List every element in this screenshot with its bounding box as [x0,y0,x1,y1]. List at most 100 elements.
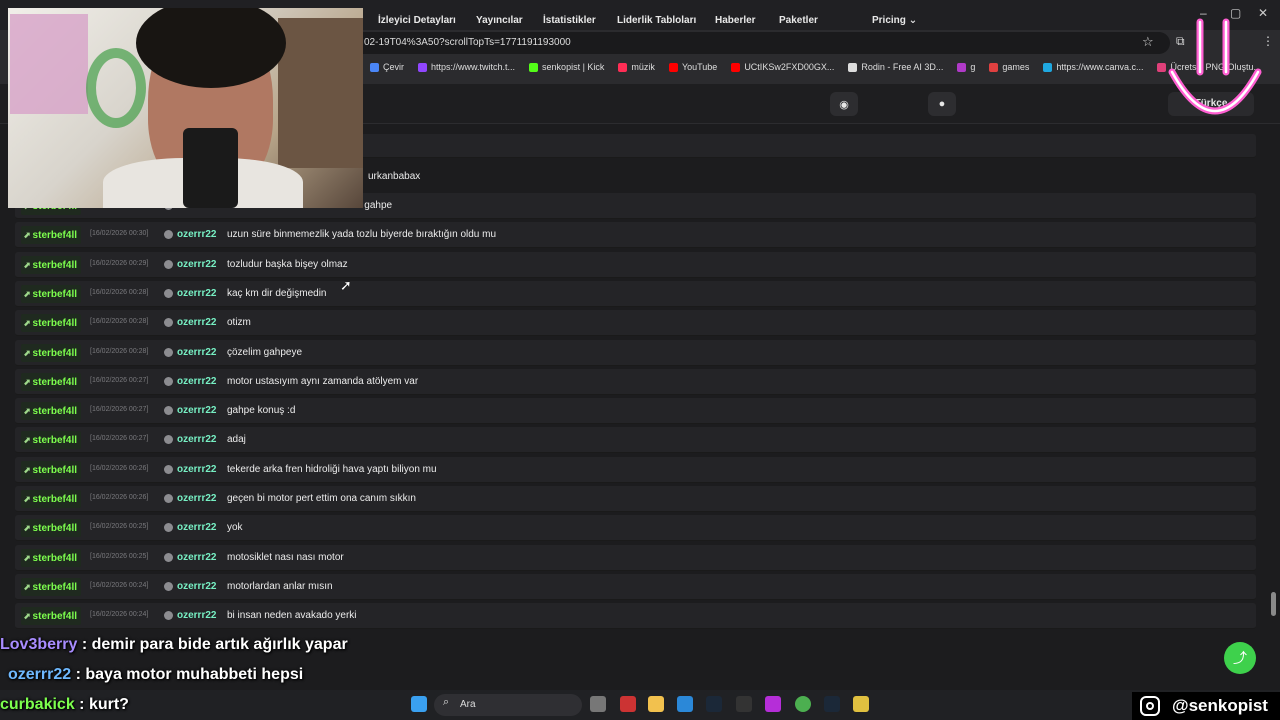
bookmark-item[interactable]: https://www.canva.c... [1043,58,1143,76]
channel-badge[interactable]: ⬈sterbef4ll [21,577,82,596]
timestamp: [16/02/2026 00:28] [90,288,149,296]
bookmark-star-icon[interactable]: ☆ [1142,34,1154,50]
task-view-icon[interactable] [590,696,606,712]
timestamp: [16/02/2026 00:25] [90,552,149,560]
channel-badge[interactable]: ⬈sterbef4ll [21,314,82,333]
bookmark-item[interactable]: senkopist | Kick [529,58,604,76]
app-icon[interactable] [765,696,781,712]
bookmark-favicon-icon [957,62,967,72]
channel-badge[interactable]: ⬈sterbef4ll [21,284,82,303]
user-avatar-icon [164,464,173,474]
partial-message: urkanbabax [368,171,421,182]
channel-badge[interactable]: ⬈sterbef4ll [21,255,82,274]
chat-message: yok [227,522,243,534]
nav-leaderboards[interactable]: Liderlik Tabloları [617,15,696,26]
timestamp: [16/02/2026 00:28] [90,347,149,355]
username[interactable]: ozerrr22 [177,434,216,445]
bookmark-item[interactable]: games [989,58,1029,76]
channel-name: sterbef4ll [32,347,78,359]
username[interactable]: ozerrr22 [177,317,216,328]
nav-pricing[interactable]: Pricing ⌄ [872,15,917,26]
channel-badge[interactable]: ⬈sterbef4ll [21,607,82,626]
user-avatar-icon [164,435,173,445]
channel-badge[interactable]: ⬈sterbef4ll [21,460,82,479]
chat-message: bi insan neden avakado yerki [227,610,357,622]
bookmark-item[interactable]: g [957,58,975,76]
username[interactable]: ozerrr22 [177,229,216,240]
channel-icon: ⬈ [23,376,31,387]
bookmark-item[interactable]: YouTube [668,58,717,76]
table-row: ⬈ sterbef4ll [16/02/2026 00:29] ozerrr22 toz… [15,251,1256,278]
timestamp: [16/02/2026 00:24] [90,611,149,619]
timestamp: [16/02/2026 00:26] [90,494,149,501]
channel-badge[interactable]: ⬈sterbef4ll [21,519,82,538]
timestamp: [16/02/2026 00:26] [90,464,149,472]
username[interactable]: ozerrr22 [177,552,216,563]
chrome-icon[interactable] [795,696,811,712]
user-avatar-icon [164,581,173,591]
username[interactable]: ozerrr22 [177,259,216,270]
channel-badge[interactable]: ⬈sterbef4ll [21,343,82,362]
channel-icon: ⬈ [23,552,31,563]
channel-name: sterbef4ll [32,523,78,535]
username[interactable]: ozerrr22 [177,522,216,533]
webcam-phone [183,128,238,208]
table-row: ⬈ sterbef4ll [16/02/2026 00:24] ozerrr22 bi … [15,603,1256,630]
overlay-username: ozerrr22 [8,666,72,683]
bookmark-item[interactable]: Rodin - Free AI 3D... [848,58,943,76]
username[interactable]: ozerrr22 [177,347,216,358]
overlay-username: curbakick [0,696,75,713]
timestamp: [16/02/2026 00:27] [90,406,149,414]
channel-badge[interactable]: ⬈sterbef4ll [21,372,82,391]
channel-badge[interactable]: ⬈sterbef4ll [21,490,82,508]
channel-icon: ⬈ [23,523,31,534]
channel-badge[interactable]: ⬈sterbef4ll [21,431,82,450]
timestamp: [16/02/2026 00:30] [90,230,149,238]
channel-badge[interactable]: ⬈sterbef4ll [21,402,82,421]
channel-badge[interactable]: ⬈sterbef4ll [21,226,82,245]
taskbar-search[interactable]: Ara [434,694,582,716]
nav-viewer-details[interactable]: İzleyici Detayları [378,15,456,26]
steam-icon[interactable] [824,696,840,712]
epic-games-icon[interactable] [736,696,752,712]
app-icon[interactable] [620,696,636,712]
channel-name: sterbef4ll [32,259,78,271]
share-button[interactable]: ⤴ [1224,642,1256,674]
bookmark-item[interactable]: https://www.twitch.t... [418,58,515,76]
windows-start-icon[interactable] [411,696,427,712]
scrollbar[interactable] [1271,592,1276,616]
chat-message: tozludur başka bişey olmaz [227,258,348,270]
bookmark-item[interactable]: Çevir [370,58,404,76]
bookmark-item[interactable]: müzik [618,58,655,76]
account-icon[interactable]: ● [928,92,956,116]
bookmark-label: https://www.twitch.t... [431,62,516,72]
file-explorer-icon[interactable] [648,696,664,712]
timestamp: [16/02/2026 00:24] [90,581,149,589]
nav-streamers[interactable]: Yayıncılar [476,15,523,26]
nav-statistics[interactable]: İstatistikler [543,15,596,26]
nav-packages[interactable]: Paketler [779,15,818,26]
store-icon[interactable] [677,696,693,712]
discord-icon[interactable]: ◉ [830,92,858,116]
user-avatar-icon [164,347,173,357]
address-bar[interactable]: 02-19T04%3A50?scrollTopTs=1771191193000 [340,32,1170,54]
table-row: ⬈ sterbef4ll [16/02/2026 00:28] ozerrr22 oti… [15,310,1256,337]
nav-news[interactable]: Haberler [715,15,756,26]
bookmark-favicon-icon [989,62,999,72]
username[interactable]: ozerrr22 [177,288,216,299]
app-icon[interactable] [853,696,869,712]
channel-badge[interactable]: ⬈sterbef4ll [21,548,82,567]
bookmark-item[interactable]: UCtIKSw2FXD00GX... [731,58,834,76]
username[interactable]: ozerrr22 [177,493,216,504]
username[interactable]: ozerrr22 [177,405,216,416]
username[interactable]: ozerrr22 [177,581,216,592]
channel-icon: ⬈ [23,406,31,417]
username[interactable]: ozerrr22 [177,610,216,621]
username[interactable]: ozerrr22 [177,464,216,475]
channel-name: sterbef4ll [32,581,78,593]
chat-message: uzun süre binmemezlik yada tozlu biyerde… [227,229,497,241]
bookmark-label: games [1002,62,1030,72]
steam-icon[interactable] [706,696,722,712]
pricing-label: Pricing [872,15,906,26]
username[interactable]: ozerrr22 [177,376,216,387]
